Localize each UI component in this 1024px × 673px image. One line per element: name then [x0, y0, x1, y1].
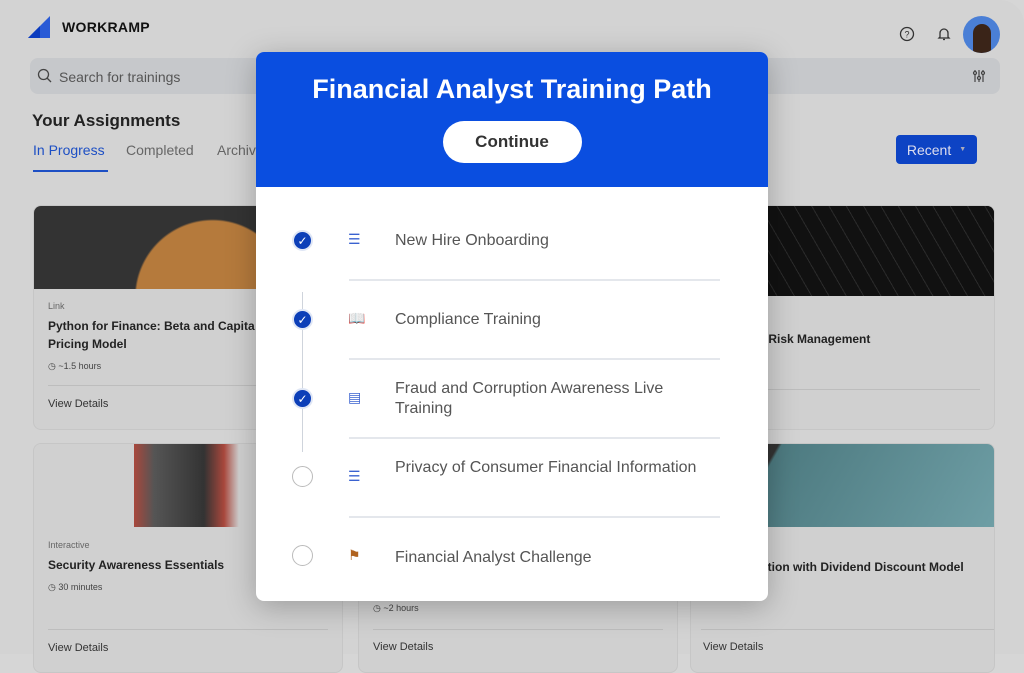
- modal-title: Financial Analyst Training Path: [312, 74, 712, 104]
- list-icon: ☰: [348, 468, 361, 484]
- path-item[interactable]: ✓ ▤ Fraud and Corruption Awareness Live …: [256, 360, 768, 439]
- card-title: ation with Dividend Discount Model: [761, 560, 964, 574]
- calendar-icon: ▤: [348, 389, 362, 405]
- path-item[interactable]: ✓ ☰ New Hire Onboarding: [256, 202, 768, 281]
- tab-archived[interactable]: Archiv: [217, 142, 256, 158]
- active-tab-indicator: [33, 170, 108, 172]
- avatar[interactable]: [963, 16, 1000, 53]
- sort-label: Recent: [906, 141, 952, 158]
- list-icon: ☰: [348, 231, 361, 247]
- check-icon: ✓: [292, 230, 313, 251]
- sort-dropdown[interactable]: Recent ▼: [896, 135, 977, 164]
- card-title: t Risk Management: [761, 332, 871, 346]
- chevron-down-icon: ▼: [959, 146, 967, 153]
- item-label: Compliance Training: [395, 311, 541, 328]
- check-icon: ✓: [292, 309, 313, 330]
- modal-header: Financial Analyst Training Path Continue: [256, 52, 768, 187]
- search-placeholder: Search for trainings: [59, 69, 181, 85]
- path-item[interactable]: ✓ 📖 Compliance Training: [256, 281, 768, 360]
- page-title: Your Assignments: [32, 111, 181, 130]
- item-label: Fraud and Corruption Awareness Live Trai…: [395, 380, 664, 417]
- tab-completed[interactable]: Completed: [126, 142, 194, 158]
- card-duration: 30 minutes: [58, 582, 103, 592]
- path-item[interactable]: ⚑ Financial Analyst Challenge: [256, 518, 768, 597]
- workramp-logo-icon: [28, 16, 50, 38]
- svg-text:?: ?: [904, 30, 909, 40]
- logo[interactable]: WORKRAMP: [28, 16, 150, 38]
- tab-in-progress[interactable]: In Progress: [33, 142, 105, 158]
- bell-icon[interactable]: [936, 26, 952, 42]
- path-item[interactable]: ☰ Privacy of Consumer Financial Informat…: [256, 439, 768, 518]
- brand-name: WORKRAMP: [62, 19, 150, 35]
- view-details-link[interactable]: View Details: [703, 641, 763, 653]
- card-title: Python for Finance: Beta and Capita Pric…: [48, 319, 255, 351]
- flag-icon: ⚑: [348, 547, 361, 563]
- item-label: Privacy of Consumer Financial Informatio…: [395, 459, 697, 476]
- view-details-link[interactable]: View Details: [48, 642, 328, 654]
- item-label: New Hire Onboarding: [395, 232, 549, 249]
- empty-circle-icon: [292, 545, 313, 566]
- filter-icon[interactable]: [972, 69, 986, 83]
- continue-button[interactable]: Continue: [442, 121, 582, 163]
- card-duration: ~1.5 hours: [58, 361, 102, 371]
- search-icon: [37, 68, 52, 83]
- view-details-link[interactable]: View Details: [373, 641, 433, 653]
- help-icon[interactable]: ?: [899, 26, 915, 42]
- item-label: Financial Analyst Challenge: [395, 549, 592, 566]
- training-path-modal: Financial Analyst Training Path Continue…: [256, 52, 768, 601]
- empty-circle-icon: [292, 466, 313, 487]
- card-duration: ~2 hours: [383, 603, 419, 613]
- book-icon: 📖: [348, 310, 366, 326]
- check-icon: ✓: [292, 388, 313, 409]
